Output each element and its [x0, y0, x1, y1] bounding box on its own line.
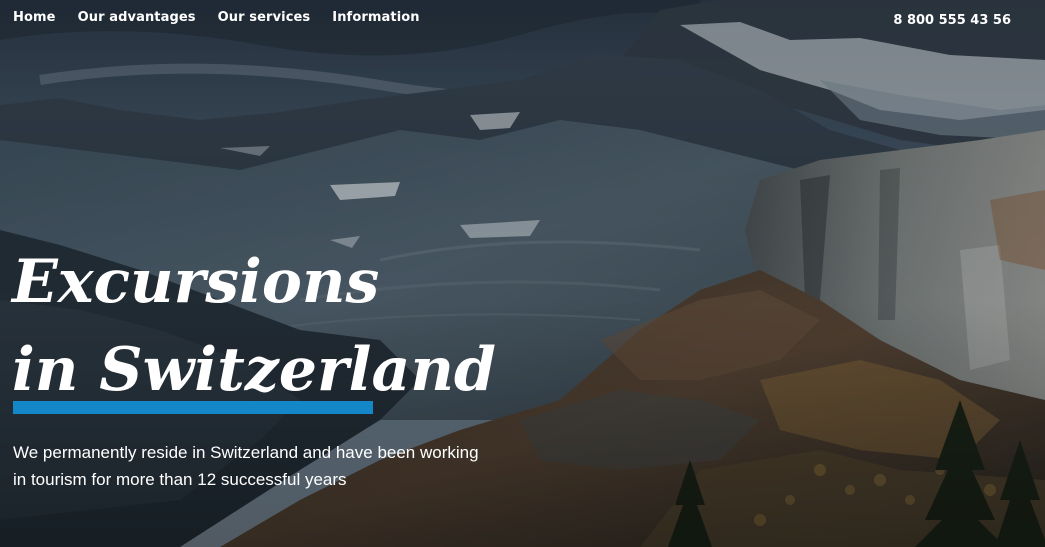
- hero-title-line-2: in Switzerland: [12, 326, 496, 414]
- nav-link-information[interactable]: Information: [332, 10, 419, 25]
- phone-number[interactable]: 8 800 555 43 56: [893, 13, 1011, 28]
- hero-description: We permanently reside in Switzerland and…: [13, 439, 533, 493]
- nav-link-our-advantages[interactable]: Our advantages: [78, 10, 196, 25]
- main-navigation: Home Our advantages Our services Informa…: [13, 10, 420, 25]
- hero-title: Excursions in Switzerland: [12, 238, 496, 414]
- nav-link-our-services[interactable]: Our services: [218, 10, 311, 25]
- hero-title-line-2-text: in Switzerland: [12, 335, 496, 405]
- hero-description-line-2: in tourism for more than 12 successful y…: [13, 470, 347, 489]
- hero-section: Home Our advantages Our services Informa…: [0, 0, 1045, 547]
- nav-link-home[interactable]: Home: [13, 10, 56, 25]
- hero-title-line-1: Excursions: [12, 238, 496, 326]
- hero-description-line-1: We permanently reside in Switzerland and…: [13, 443, 479, 462]
- hero-title-line-1-text: Excursions: [12, 247, 380, 317]
